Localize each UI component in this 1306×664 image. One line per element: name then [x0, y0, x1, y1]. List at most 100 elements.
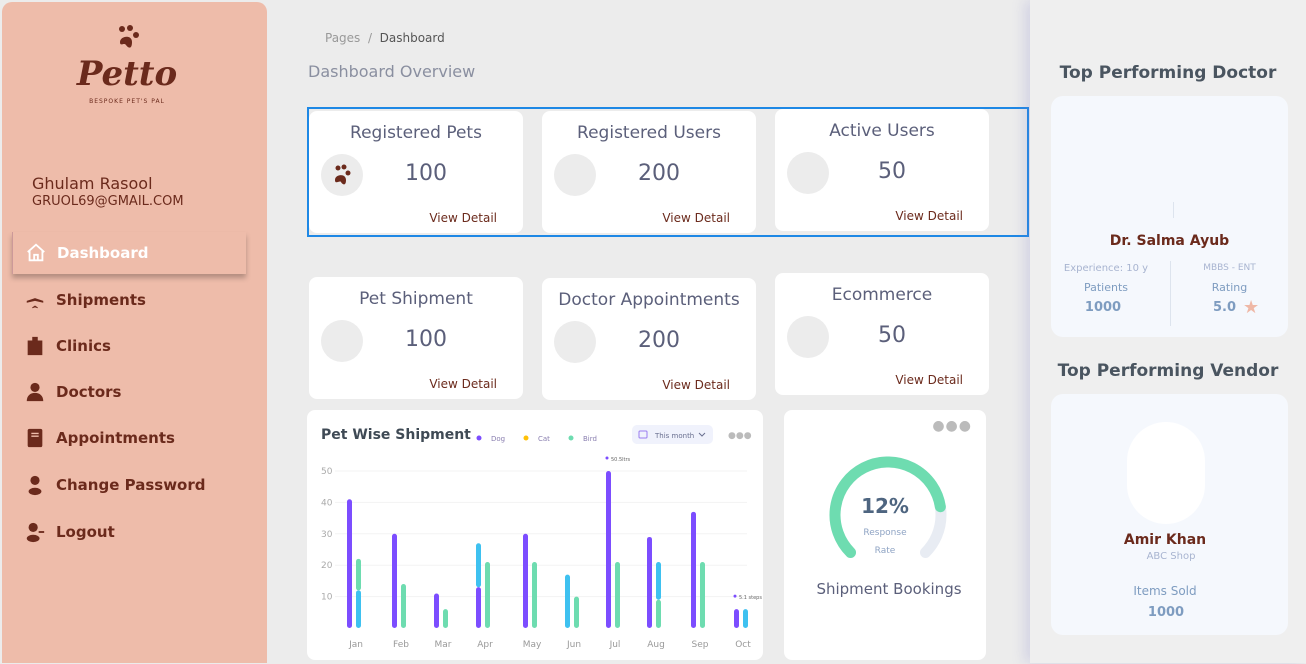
pet-wise-shipment-chart: Pet Wise Shipment Dog Cat Bird This month ●●●… — [321, 425, 762, 650]
gauge-label-2: Rate — [874, 546, 896, 556]
page-title: Dashboard Overview — [308, 62, 476, 81]
sidebar-item-clinics[interactable]: Clinics — [12, 325, 246, 367]
sidebar-item-label: Clinics — [56, 337, 111, 355]
stat-card-doctor-appointments: Doctor Appointments 200 View Detail — [542, 278, 756, 400]
bar-dog-sep — [691, 511, 696, 628]
view-detail-link[interactable]: View Detail — [895, 373, 963, 387]
rating-value: 5.0 — [1213, 300, 1237, 315]
bar-bird-sep — [700, 562, 705, 628]
x-tick-label: Jun — [566, 640, 581, 650]
bar-dog-apr — [476, 587, 481, 628]
breadcrumb-separator: / — [367, 31, 372, 45]
stat-card-ecommerce: Ecommerce 50 View Detail — [775, 273, 989, 395]
sidebar-item-dashboard[interactable]: Dashboard — [12, 232, 246, 274]
view-detail-link[interactable]: View Detail — [429, 377, 497, 391]
bar-bird-jun — [574, 596, 579, 628]
stat-title: Doctor Appointments — [558, 290, 740, 310]
period-dropdown-label: This month — [654, 432, 694, 440]
x-tick-label: Aug — [647, 640, 665, 650]
breadcrumb-parent[interactable]: Pages — [325, 31, 360, 45]
y-tick-label: 50 — [321, 467, 333, 477]
legend-label-bird: Bird — [583, 435, 597, 443]
legend-label-dog: Dog — [491, 435, 505, 443]
star-icon: ★ — [1243, 297, 1260, 318]
bar-dog-jan — [347, 499, 352, 628]
stat-card-pet-shipment: Pet Shipment 100 View Detail — [309, 277, 523, 399]
top-vendor-title: Top Performing Vendor — [1057, 361, 1279, 381]
patients-value: 1000 — [1084, 300, 1122, 315]
breadcrumb-current: Dashboard — [379, 31, 445, 45]
top-vendor-card[interactable]: Amir Khan ABC Shop Items Sold 1000 — [1051, 394, 1288, 635]
sidebar-item-label: Shipments — [56, 291, 146, 309]
bar-dog-aug — [647, 536, 652, 628]
bar-dog-jul — [606, 471, 611, 628]
sidebar-item-label: Dashboard — [57, 244, 149, 262]
doctor-icon — [26, 382, 44, 402]
vendor-shop: ABC Shop — [1146, 551, 1196, 562]
shipment-bookings-card: ●●● 12% Response Rate Shipment Bookings — [784, 410, 986, 660]
top-doctor-card[interactable]: Dr. Salma Ayub Experience: 10 y Patients… — [1051, 96, 1288, 337]
sidebar-item-doctors[interactable]: Doctors — [12, 371, 246, 413]
sidebar-item-label: Appointments — [56, 429, 175, 447]
more-options-icon[interactable]: ●●● — [728, 431, 752, 441]
sidebar-item-change-password[interactable]: Change Password — [12, 464, 246, 506]
y-tick-label: 10 — [321, 593, 333, 603]
x-tick-label: Sep — [692, 640, 709, 650]
x-tick-label: Jul — [609, 640, 621, 650]
selection-box — [307, 107, 1029, 237]
gauge-label-1: Response — [863, 528, 907, 538]
user-icon — [28, 475, 42, 496]
user-email: GRUOL69@GMAIL.COM — [32, 194, 184, 209]
gauge-title: Shipment Bookings — [816, 580, 962, 598]
annotation-dot — [733, 594, 737, 598]
stat-title: Pet Shipment — [359, 289, 473, 309]
x-tick-label: Jan — [348, 640, 363, 650]
x-tick-label: Apr — [477, 640, 493, 650]
x-tick-label: Mar — [435, 640, 452, 650]
hospital-icon — [27, 336, 43, 356]
x-tick-label: Feb — [393, 640, 409, 650]
sidebar-item-label: Doctors — [56, 383, 122, 401]
brand-tagline: BESPOKE PET'S PAL — [89, 98, 165, 105]
y-tick-label: 30 — [321, 530, 333, 540]
brand-name: Petto — [76, 54, 178, 94]
paw-icon — [119, 25, 139, 48]
rating-label: Rating — [1211, 281, 1248, 294]
bar-cat-aug — [656, 562, 661, 600]
bar-cat-oct — [743, 609, 748, 628]
annotation-label: 50.5ltrs — [611, 457, 631, 463]
bar-bird-may — [532, 562, 537, 628]
bar-bird-feb — [401, 584, 406, 628]
items-sold-label: Items Sold — [1133, 584, 1197, 598]
legend-dot-cat — [523, 435, 529, 441]
more-options-icon[interactable]: ●●● — [932, 418, 972, 434]
items-sold-value: 1000 — [1147, 605, 1185, 620]
annotation-label: 5.1 steps — [739, 595, 762, 601]
doctor-experience: Experience: 10 y — [1063, 263, 1149, 274]
y-tick-label: 40 — [321, 498, 333, 508]
pet-wise-shipment-card: Pet Wise Shipment Dog Cat Bird This month ●●●… — [307, 410, 763, 660]
legend-dot-bird — [568, 435, 574, 441]
home-icon — [27, 243, 45, 262]
bar-cat-apr — [476, 543, 481, 588]
annotation-dot — [605, 456, 609, 460]
bar-bird-mar — [443, 609, 448, 628]
breadcrumb: Pages / Dashboard — [325, 31, 445, 45]
doctor-name: Dr. Salma Ayub — [1109, 233, 1230, 249]
bar-dog-may — [523, 533, 528, 628]
legend-label-cat: Cat — [538, 435, 550, 443]
user-name: Ghulam Rasool — [32, 174, 153, 193]
gauge-value: 12% — [861, 494, 909, 518]
view-detail-link[interactable]: View Detail — [662, 378, 730, 392]
divider — [1173, 202, 1174, 218]
sidebar-item-appointments[interactable]: Appointments — [12, 417, 246, 459]
sidebar-item-logout[interactable]: Logout — [12, 511, 246, 553]
bar-bird-apr — [485, 562, 490, 628]
sidebar-item-label: Change Password — [56, 476, 206, 494]
bar-dog-mar — [434, 593, 439, 628]
bar-dog-oct — [734, 609, 739, 628]
vendor-avatar — [1127, 422, 1205, 524]
doctor-degree: MBBS - ENT — [1203, 263, 1256, 273]
bar-dog-feb — [392, 533, 397, 628]
sidebar-item-shipments[interactable]: Shipments — [12, 279, 246, 321]
